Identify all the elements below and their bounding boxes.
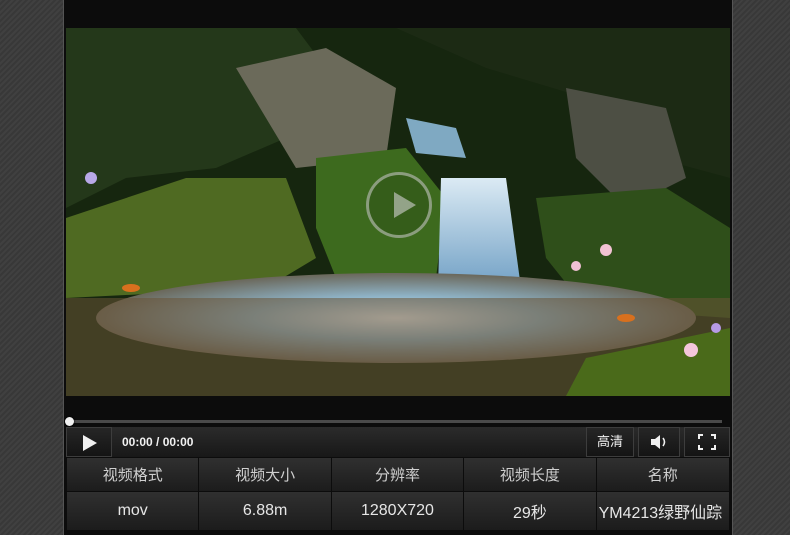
header-resolution: 分辨率 [331,458,464,491]
progress-bar[interactable] [65,417,730,426]
quality-button[interactable]: 高清 [586,427,634,457]
play-button[interactable] [66,427,112,457]
info-value-row: mov 6.88m 1280X720 29秒 YM4213绿野仙踪 [67,492,729,530]
value-name: YM4213绿野仙踪 [596,492,729,530]
header-length: 视频长度 [464,458,596,491]
fullscreen-button[interactable] [684,427,730,457]
speaker-icon [651,435,666,449]
current-time: 00:00 [122,435,153,449]
video-info-table: 视频格式 视频大小 分辨率 视频长度 名称 mov 6.88m 1280X720… [66,457,730,531]
fullscreen-icon [698,434,716,450]
progress-track[interactable] [66,420,722,423]
time-display: 00:00 / 00:00 [122,435,193,449]
value-format: mov [67,492,199,530]
header-size: 视频大小 [199,458,331,491]
duration: 00:00 [162,435,194,449]
video-frame[interactable] [66,28,730,396]
value-resolution: 1280X720 [331,492,464,530]
header-format: 视频格式 [67,458,199,491]
info-header-row: 视频格式 视频大小 分辨率 视频长度 名称 [67,458,729,491]
control-bar: 00:00 / 00:00 高清 [66,427,730,457]
video-player: 00:00 / 00:00 高清 视频格式 视频大小 分辨率 视频长度 名称 m… [64,0,732,535]
time-separator: / [152,435,163,449]
volume-button[interactable] [638,427,680,457]
value-size: 6.88m [199,492,331,530]
header-name: 名称 [596,458,729,491]
play-circle-icon[interactable] [366,172,432,238]
value-length: 29秒 [464,492,596,530]
progress-handle[interactable] [65,417,74,426]
